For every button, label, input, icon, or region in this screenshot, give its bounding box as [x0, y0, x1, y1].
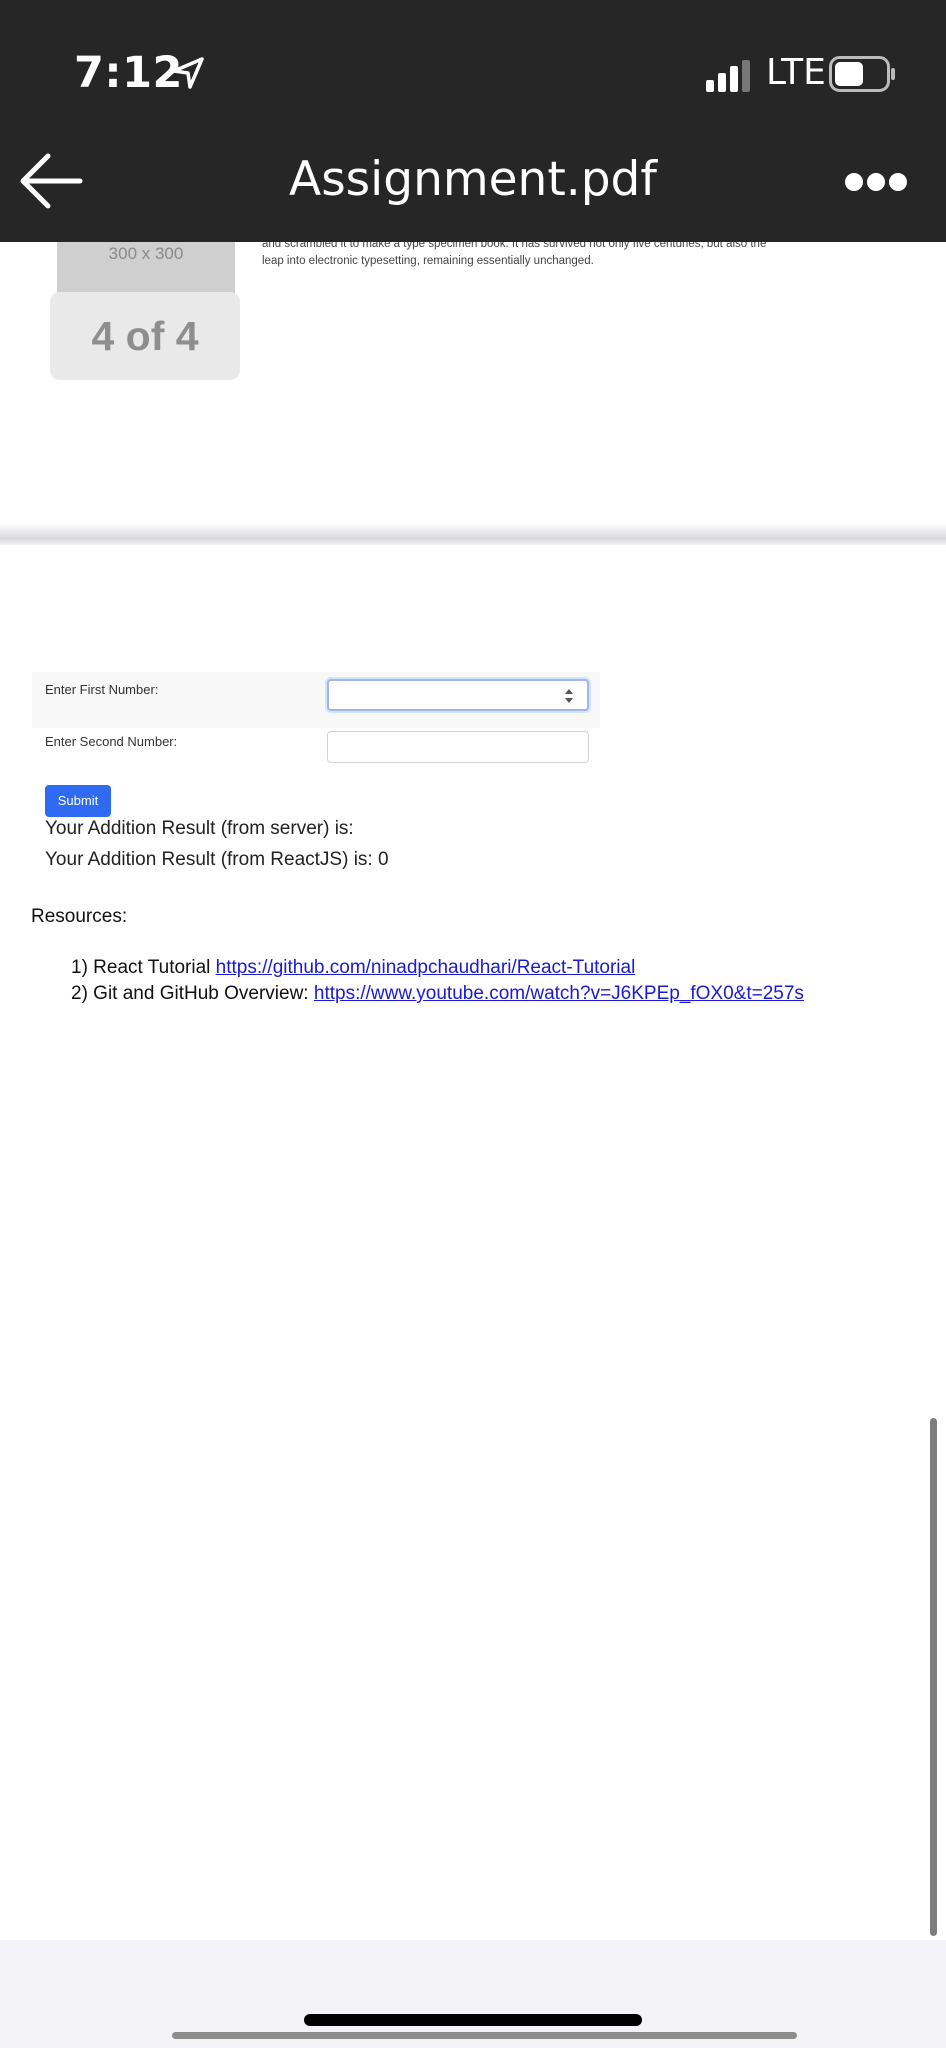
second-number-label: Enter Second Number:: [45, 734, 178, 749]
first-number-input[interactable]: [327, 679, 589, 711]
signal-bars-icon: [706, 60, 750, 92]
battery-icon: [829, 56, 895, 92]
first-number-label: Enter First Number:: [45, 682, 159, 697]
vertical-scrollbar[interactable]: [930, 1418, 937, 1936]
page-indicator: 4 of 4: [50, 292, 240, 380]
resource-label: 2) Git and GitHub Overview:: [71, 983, 314, 1004]
status-time: 7:12: [74, 48, 183, 98]
resource-item: 1) React Tutorial https://github.com/nin…: [71, 957, 635, 979]
home-indicator[interactable]: [304, 2014, 642, 2026]
body-text-line: leap into electronic typesetting, remain…: [262, 255, 594, 267]
horizontal-scrollbar[interactable]: [172, 2032, 797, 2039]
resource-label: 1) React Tutorial: [71, 957, 216, 978]
react-result-text: Your Addition Result (from ReactJS) is: …: [45, 849, 389, 870]
top-bar: 7:12 LTE Assignment.pdf: [0, 0, 946, 242]
resources-heading: Resources:: [31, 906, 128, 927]
number-spinner-icon[interactable]: [562, 686, 576, 706]
git-overview-link[interactable]: https://www.youtube.com/watch?v=J6KPEp_f…: [314, 983, 804, 1004]
second-number-input[interactable]: [327, 731, 589, 763]
submit-button[interactable]: Submit: [45, 785, 111, 817]
location-arrow-icon: [172, 57, 204, 89]
server-result-text: Your Addition Result (from server) is:: [45, 818, 354, 839]
page-divider: [0, 523, 946, 545]
more-dots-icon[interactable]: [844, 172, 908, 192]
document-title: Assignment.pdf: [289, 152, 657, 207]
network-type: LTE: [766, 52, 826, 93]
react-tutorial-link[interactable]: https://github.com/ninadpchaudhari/React…: [216, 957, 636, 978]
resource-item: 2) Git and GitHub Overview: https://www.…: [71, 983, 804, 1005]
